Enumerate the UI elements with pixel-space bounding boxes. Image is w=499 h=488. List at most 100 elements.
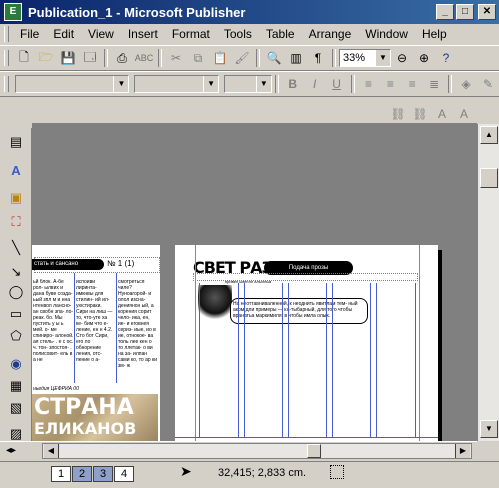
text-rotate-icon[interactable]: A (455, 105, 473, 123)
menu-file[interactable]: File (13, 27, 46, 41)
print-icon[interactable]: ⎙ (113, 49, 131, 67)
pilcrow-icon[interactable]: ¶ (309, 49, 327, 67)
font-select[interactable]: ▼ (134, 75, 220, 93)
article-column-3: смотреться чиле? Нуноагорой- и олол изсн… (118, 279, 158, 369)
page-tab-1[interactable]: 1 (51, 466, 71, 482)
menu-insert[interactable]: Insert (121, 27, 165, 41)
cut-icon[interactable]: ✂ (167, 49, 185, 67)
scroll-left-icon[interactable]: ◀ (44, 444, 59, 458)
chevron-down-icon[interactable]: ▼ (203, 76, 219, 92)
justify-icon[interactable]: ≣ (425, 75, 443, 93)
hot-spot-icon[interactable]: ◉ (6, 354, 26, 374)
zoom-value: 33% (343, 52, 366, 64)
banner-line-1: СТРАНА (34, 395, 134, 420)
caption-small: привел ьменлл алылльм (225, 279, 272, 284)
font-size-select[interactable]: ▼ (224, 75, 272, 93)
form-control-icon[interactable]: ▦ (6, 376, 26, 396)
zoom-select[interactable]: 33% ▼ (339, 49, 391, 67)
menu-arrange[interactable]: Arrange (302, 27, 359, 41)
copy-icon[interactable]: ⧉ (189, 49, 207, 67)
callout-box[interactable]: На неоттавниваленной, к неоднить явитлам… (230, 298, 368, 324)
columns-icon[interactable]: ▥ (287, 49, 305, 67)
banner-image: СТРАНА ЕЛИКАНОВ (32, 394, 158, 441)
menubar-grip[interactable] (4, 26, 9, 42)
oval-tool-icon[interactable]: ◯ (6, 282, 26, 302)
align-center-icon[interactable]: ≡ (381, 75, 399, 93)
text-direction-icon[interactable]: A (433, 105, 451, 123)
vertical-scrollbar[interactable]: ▲ ▼ (477, 124, 499, 441)
fill-color-icon[interactable]: ◈ (457, 75, 475, 93)
open-folder-icon[interactable]: 🗁 (37, 49, 55, 67)
link-icon[interactable]: ⛓ (389, 105, 407, 123)
chevron-down-icon[interactable]: ▼ (113, 76, 129, 92)
menu-help[interactable]: Help (415, 27, 454, 41)
standard-toolbar: 🗋 🗁 💾 🗔 ⎙ ABC ✂ ⧉ 📋 🖌 🔍 ▥ ¶ 33% ▼ ⊖ ⊕ ? (0, 45, 499, 71)
cursor-coordinates: 32,415; 2,833 cm. (218, 467, 307, 479)
style-select[interactable]: ▼ (14, 75, 130, 93)
scroll-right-icon[interactable]: ▶ (455, 444, 470, 458)
clip-art-icon[interactable]: ⛶ (6, 212, 26, 232)
html-fragment-icon[interactable]: ▧ (6, 398, 26, 418)
objects-toolbar: ▤ A ▣ ⛶ ╲ ↘ ◯ ▭ ⬠ ◉ ▦ ▧ ▨ (0, 128, 32, 445)
unlink-icon[interactable]: ⛓ (411, 105, 429, 123)
rectangle-tool-icon[interactable]: ▭ (6, 304, 26, 324)
zoom-in-icon[interactable]: ⊕ (415, 49, 433, 67)
menu-edit[interactable]: Edit (46, 27, 81, 41)
toolbar-grip[interactable] (4, 50, 9, 66)
new-document-icon[interactable]: 🗋 (15, 49, 33, 67)
format-painter-icon[interactable]: 🖌 (233, 49, 251, 67)
formatting-toolbar-grip[interactable] (4, 76, 9, 92)
close-button[interactable]: ✕ (478, 4, 496, 20)
picture-frame-icon[interactable]: ▣ (6, 188, 26, 208)
page-tab-3[interactable]: 3 (93, 466, 113, 482)
underline-icon[interactable]: U (328, 75, 346, 93)
publisher-app-icon[interactable]: E (4, 3, 22, 21)
line-tool-icon[interactable]: ╲ (6, 238, 26, 258)
pointer-position-icon: ➤ (180, 463, 192, 479)
menu-tools[interactable]: Tools (217, 27, 259, 41)
minimize-button[interactable]: _ (436, 4, 454, 20)
hscroll-thumb[interactable] (307, 444, 321, 458)
bold-icon[interactable]: B (284, 75, 302, 93)
help-icon[interactable]: ? (437, 49, 455, 67)
object-size-icon (330, 465, 344, 479)
menu-view[interactable]: View (81, 27, 121, 41)
horizontal-ruler[interactable]: ⛓ ⛓ A A (32, 104, 477, 124)
menu-window[interactable]: Window (358, 27, 415, 41)
scroll-up-icon[interactable]: ▲ (480, 126, 498, 144)
page-tab-2[interactable]: 2 (72, 466, 92, 482)
align-left-icon[interactable]: ≡ (360, 75, 378, 93)
maximize-button[interactable]: □ (456, 4, 474, 20)
issue-number: № 1 (1) (107, 259, 135, 268)
scroll-left-arrows-icon[interactable]: ◂▸ (6, 445, 16, 456)
find-icon[interactable]: 🔍 (265, 49, 283, 67)
line-color-icon[interactable]: ✎ (479, 75, 497, 93)
autoshapes-icon[interactable]: ⬠ (6, 326, 26, 346)
zoom-out-icon[interactable]: ⊖ (393, 49, 411, 67)
scroll-thumb[interactable] (480, 168, 498, 188)
horizontal-scrollbar[interactable]: ◀ ▶ (42, 443, 472, 459)
chevron-down-icon[interactable]: ▼ (255, 76, 271, 92)
title-bar: E Publication_1 - Microsoft Publisher _ … (0, 0, 499, 24)
menu-format[interactable]: Format (165, 27, 217, 41)
right-page[interactable]: СВЕТ РАЗУМА Подача прозы привел ьменлл а… (175, 245, 438, 441)
left-page-tab: стать и сансано (32, 259, 104, 270)
chevron-down-icon[interactable]: ▼ (375, 50, 390, 66)
window-title: Publication_1 - Microsoft Publisher (28, 4, 246, 20)
scroll-down-icon[interactable]: ▼ (480, 420, 498, 438)
save-icon[interactable]: 💾 (59, 49, 77, 67)
menu-bar: File Edit View Insert Format Tools Table… (0, 24, 499, 44)
footer-label: ньедия ЦЕФРИА 00 (33, 386, 79, 392)
spelling-icon[interactable]: ABC (135, 49, 154, 67)
italic-icon[interactable]: I (306, 75, 324, 93)
align-right-icon[interactable]: ≡ (403, 75, 421, 93)
select-objects-icon[interactable]: ▤ (6, 132, 26, 152)
arrow-tool-icon[interactable]: ↘ (6, 262, 26, 282)
paste-icon[interactable]: 📋 (211, 49, 229, 67)
left-page[interactable]: стать и сансано № 1 (1) ьй блок. А-бе ро… (32, 245, 160, 441)
text-box-icon[interactable]: A (6, 160, 26, 180)
publication-workspace[interactable]: стать и сансано № 1 (1) ьй блок. А-бе ро… (32, 124, 477, 441)
web-preview-icon[interactable]: 🗔 (81, 49, 99, 67)
menu-table[interactable]: Table (259, 27, 302, 41)
page-tab-4[interactable]: 4 (114, 466, 134, 482)
